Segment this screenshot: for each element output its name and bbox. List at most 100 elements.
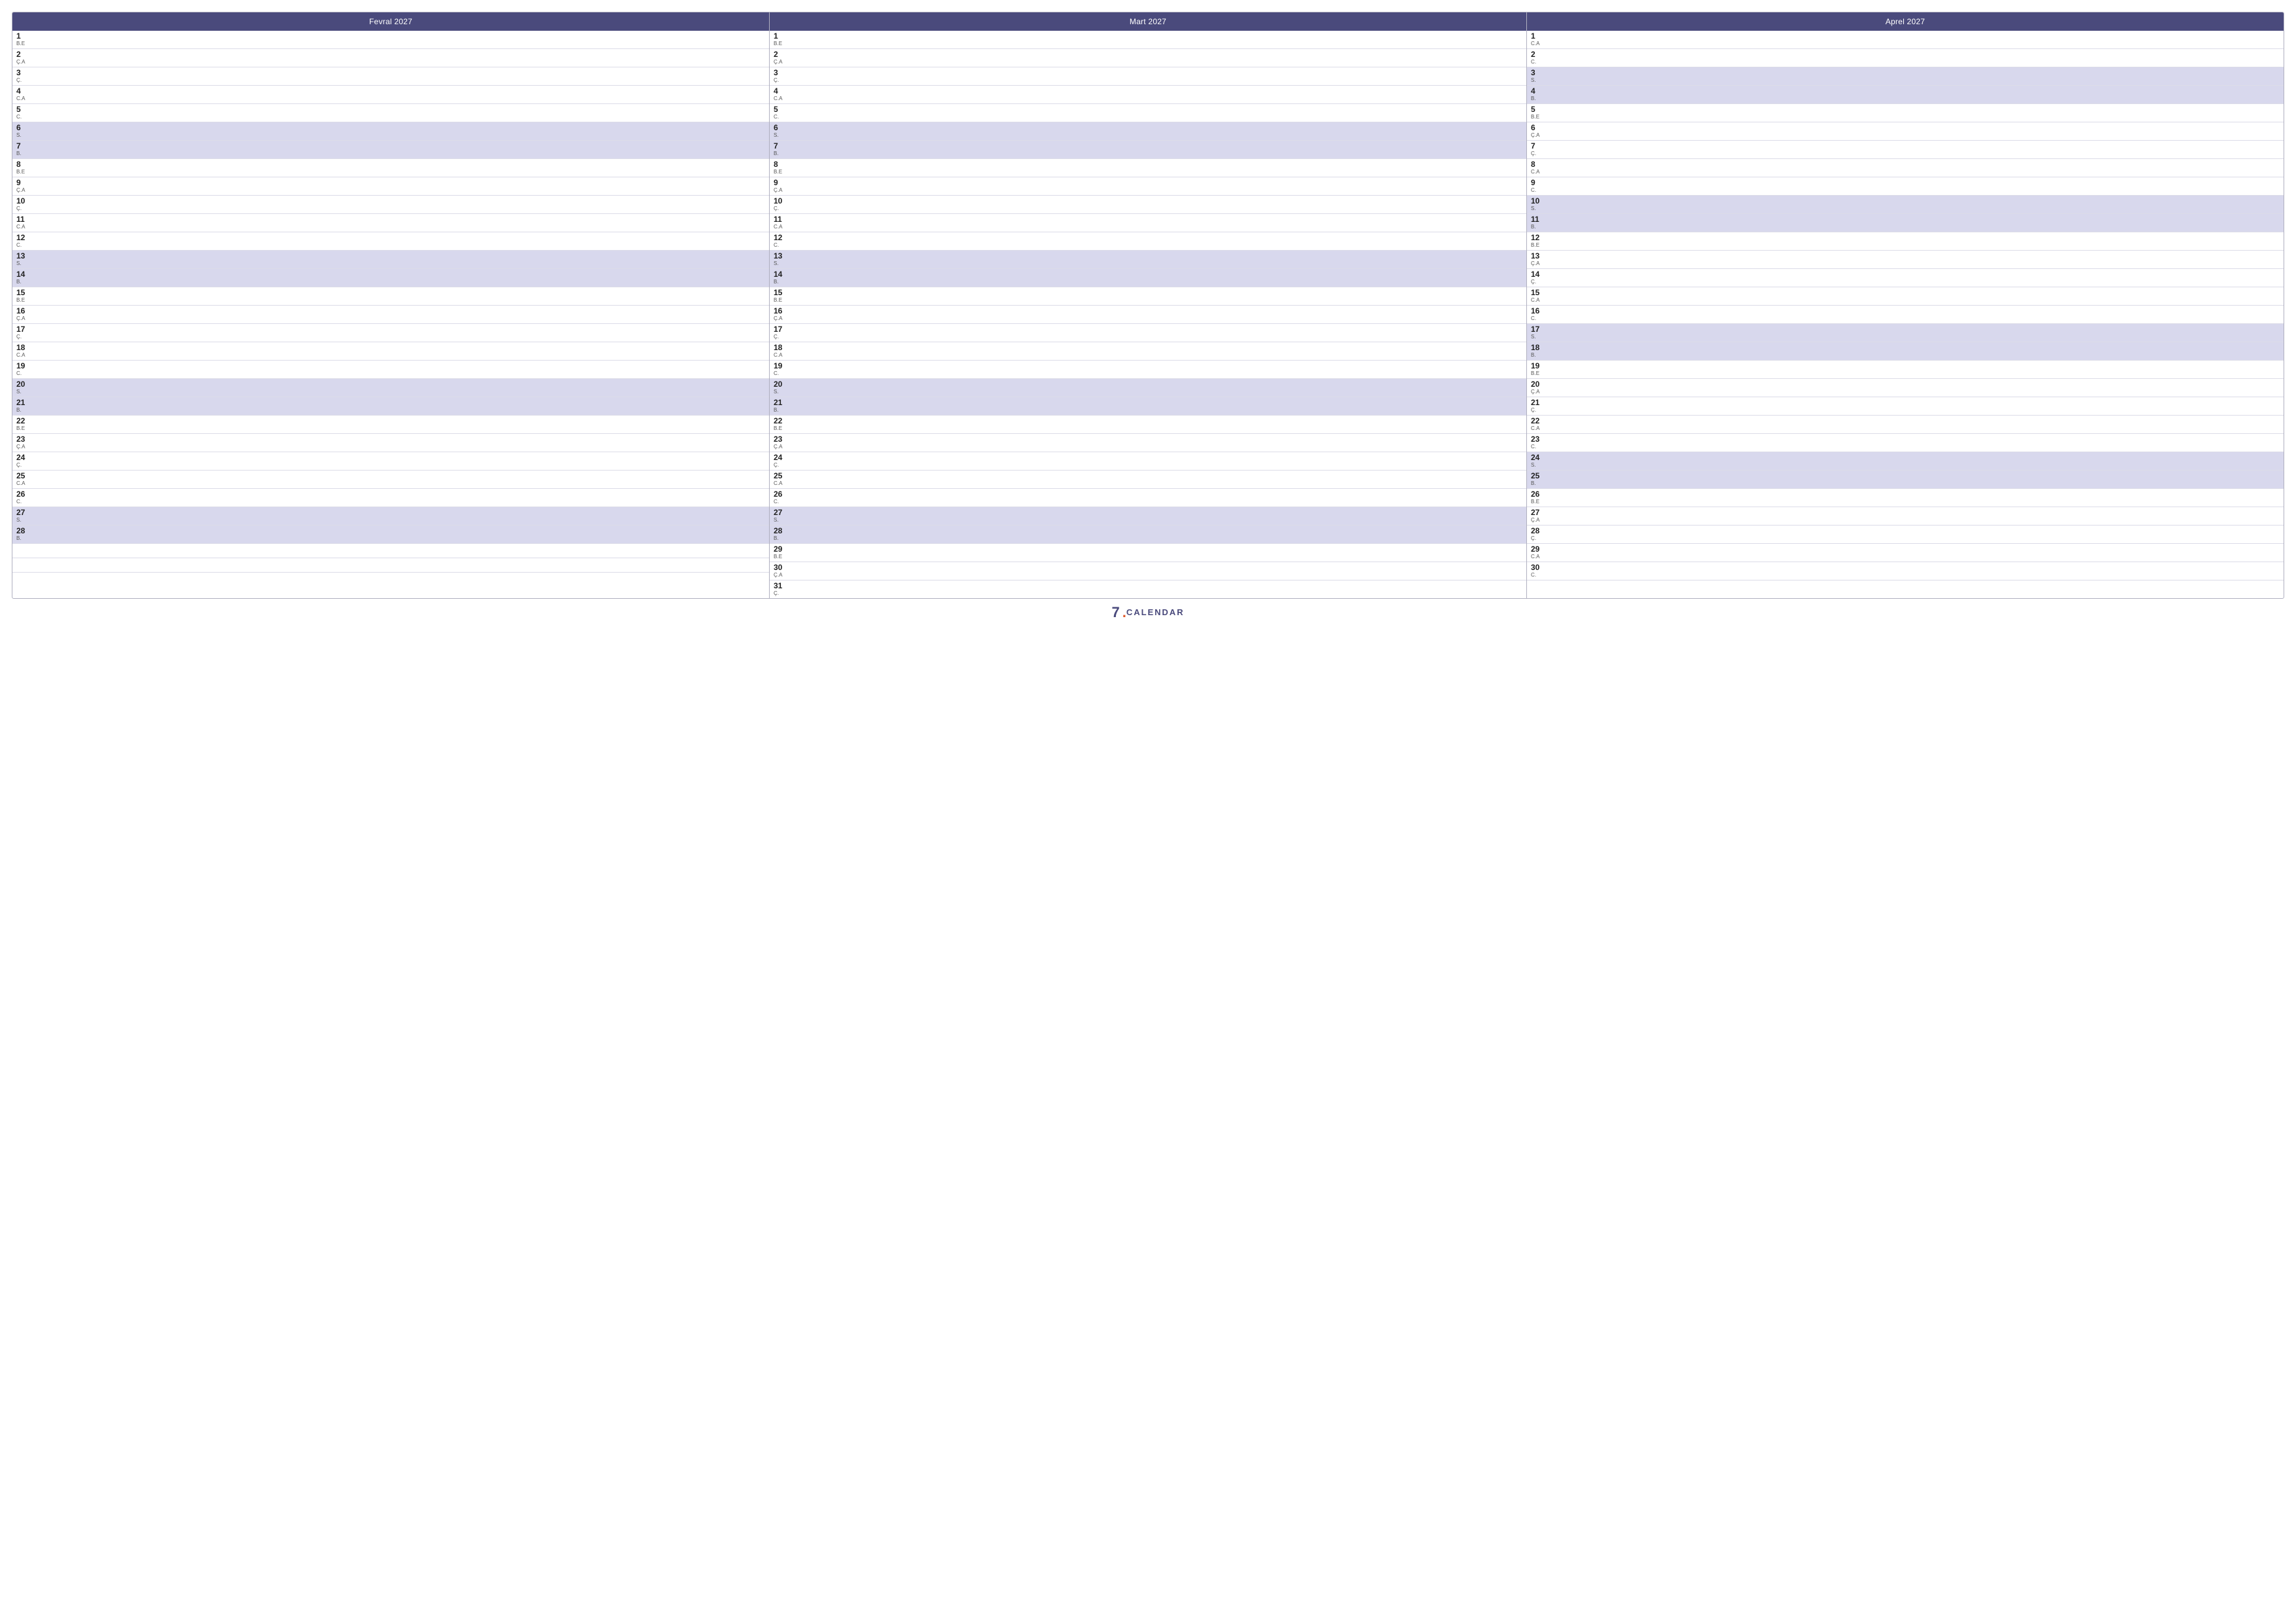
day-info: 14B. (774, 270, 788, 285)
day-label: Ç.A (774, 187, 788, 194)
day-number: 16 (774, 307, 788, 315)
day-row: 18B. (1527, 342, 2284, 361)
day-number: 23 (16, 435, 31, 444)
day-info: 23Ç.A (774, 435, 788, 450)
day-info: 14B. (16, 270, 31, 285)
day-label: B. (774, 407, 788, 414)
day-info: 21B. (774, 399, 788, 414)
day-label: Ç. (774, 334, 788, 340)
day-info: 1C.A (1531, 32, 1545, 47)
day-number: 29 (1531, 545, 1545, 554)
day-info: 4C.A (774, 87, 788, 102)
day-info: 24Ç. (774, 454, 788, 469)
day-label: C.A (16, 480, 31, 487)
day-row: 2C. (1527, 49, 2284, 67)
day-label: B. (16, 535, 31, 542)
day-number: 11 (774, 215, 788, 224)
day-number: 4 (16, 87, 31, 96)
day-row: 23C. (1527, 434, 2284, 452)
day-row: 7Ç. (1527, 141, 2284, 159)
day-number: 1 (1531, 32, 1545, 41)
day-label: B. (16, 151, 31, 157)
day-label: B.E (774, 41, 788, 47)
day-label: C. (1531, 187, 1545, 194)
day-row: 18C.A (770, 342, 1526, 361)
day-row: 3S. (1527, 67, 2284, 86)
day-info: 19C. (774, 362, 788, 377)
day-number: 24 (16, 454, 31, 462)
day-info: 12C. (774, 234, 788, 249)
day-info: 28B. (16, 527, 31, 542)
day-label: B. (774, 151, 788, 157)
day-number: 12 (774, 234, 788, 242)
day-row: 4B. (1527, 86, 2284, 104)
day-number: 4 (1531, 87, 1545, 96)
day-number: 10 (774, 197, 788, 205)
day-info: 25B. (1531, 472, 1545, 487)
day-label: B.E (16, 297, 31, 304)
day-info: 9Ç.A (774, 179, 788, 194)
day-info: 22B.E (16, 417, 31, 432)
day-row: 9C. (1527, 177, 2284, 196)
day-row: 29C.A (1527, 544, 2284, 562)
day-row: 20S. (770, 379, 1526, 397)
day-number: 1 (774, 32, 788, 41)
day-row: 2Ç.A (770, 49, 1526, 67)
day-label: C. (1531, 572, 1545, 579)
day-number: 15 (1531, 289, 1545, 297)
day-label: B.E (16, 41, 31, 47)
day-label: Ç.A (774, 315, 788, 322)
day-number: 4 (774, 87, 788, 96)
day-info: 23Ç.A (16, 435, 31, 450)
day-label: C. (16, 370, 31, 377)
day-info: 9C. (1531, 179, 1545, 194)
day-number: 30 (1531, 563, 1545, 572)
day-label: C. (774, 114, 788, 120)
day-info: 21B. (16, 399, 31, 414)
day-number: 20 (1531, 380, 1545, 389)
day-number: 10 (16, 197, 31, 205)
day-row: 8B.E (12, 159, 769, 177)
day-label: B. (1531, 224, 1545, 230)
day-info: 21Ç. (1531, 399, 1545, 414)
day-info: 3S. (1531, 69, 1545, 84)
day-number: 6 (774, 124, 788, 132)
day-label: C. (774, 499, 788, 505)
day-number: 29 (774, 545, 788, 554)
day-number: 7 (774, 142, 788, 151)
day-number: 5 (774, 105, 788, 114)
day-label: C. (774, 370, 788, 377)
day-row: 16Ç.A (12, 306, 769, 324)
day-info: 25C.A (774, 472, 788, 487)
day-number: 23 (1531, 435, 1545, 444)
day-label: B.E (1531, 499, 1545, 505)
day-label: Ç.A (16, 444, 31, 450)
day-label: S. (16, 132, 31, 139)
day-number: 23 (774, 435, 788, 444)
day-label: C.A (1531, 297, 1545, 304)
day-row: 11C.A (770, 214, 1526, 232)
day-row: 28Ç. (1527, 526, 2284, 544)
day-info: 13S. (16, 252, 31, 267)
day-number: 6 (16, 124, 31, 132)
day-label: S. (1531, 334, 1545, 340)
day-info: 28Ç. (1531, 527, 1545, 542)
day-label: Ç. (774, 205, 788, 212)
day-row: 23Ç.A (12, 434, 769, 452)
day-row: 4C.A (770, 86, 1526, 104)
day-number: 19 (1531, 362, 1545, 370)
day-info: 25C.A (16, 472, 31, 487)
day-info: 13Ç.A (1531, 252, 1545, 267)
day-number: 20 (774, 380, 788, 389)
day-row: 3Ç. (770, 67, 1526, 86)
day-row: 20S. (12, 379, 769, 397)
day-info: 19B.E (1531, 362, 1545, 377)
day-row: 10S. (1527, 196, 2284, 214)
day-info: 1B.E (16, 32, 31, 47)
month-header-0: Fevral 2027 (12, 12, 769, 31)
day-row: 6S. (12, 122, 769, 141)
day-info: 27Ç.A (1531, 508, 1545, 524)
day-row-empty (12, 573, 769, 587)
day-row: 29B.E (770, 544, 1526, 562)
day-row: 19C. (770, 361, 1526, 379)
